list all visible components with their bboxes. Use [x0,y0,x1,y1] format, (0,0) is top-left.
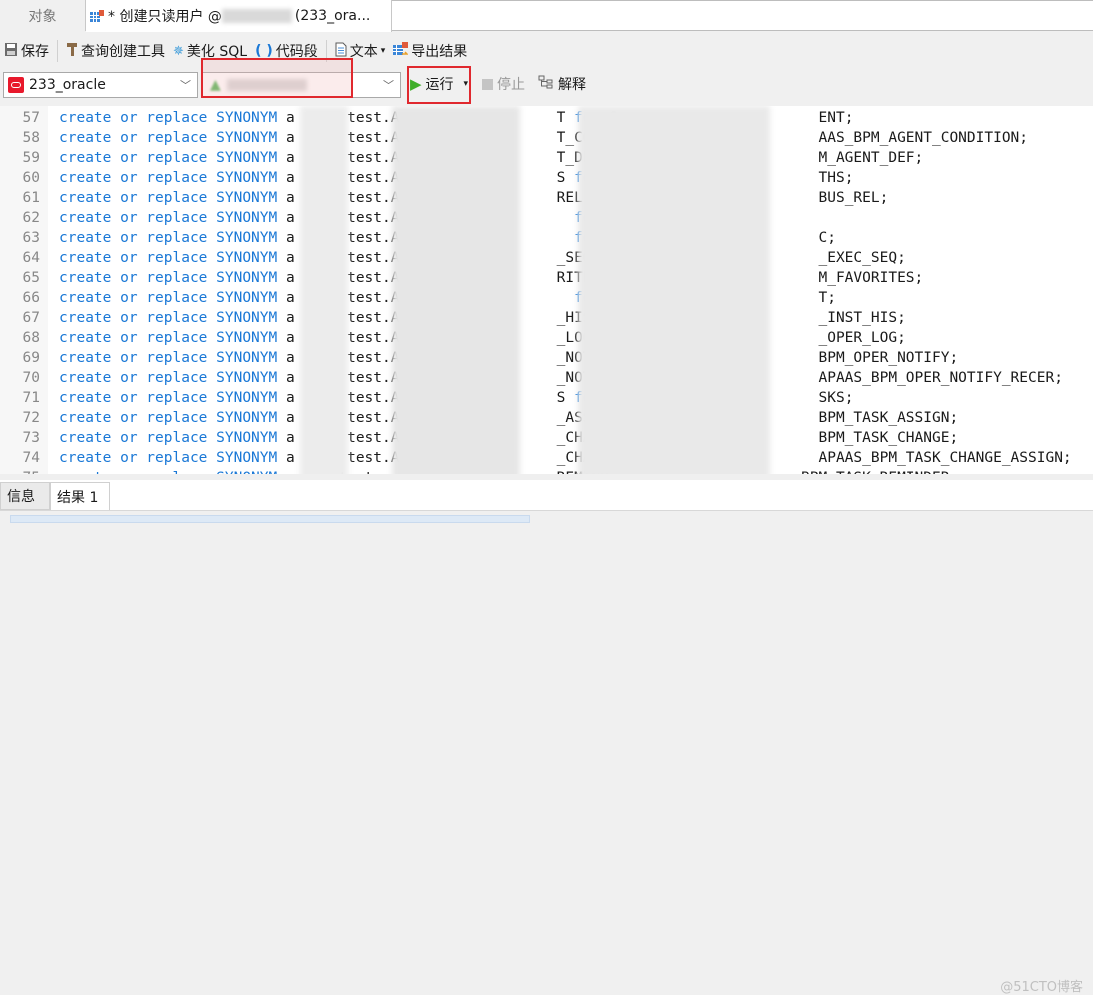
save-icon [4,42,18,61]
tab-query-editor[interactable]: * 创建只读用户 @ (233_ora... [86,0,392,32]
save-label: 保存 [21,44,49,60]
tab-query-suffix: (233_ora... [294,8,371,24]
redacted-region [578,106,770,480]
chevron-down-icon: ﹀ [383,79,394,92]
connection-select[interactable]: 233_oracle ﹀ [3,72,198,98]
sql-keywords: create or replace SYNONYM [59,190,278,206]
oracle-icon [8,77,24,93]
redacted-host [221,9,292,23]
sql-keywords: create or replace SYNONYM [59,350,278,366]
run-button[interactable]: ▶ 运行 ▾ [410,74,468,94]
sql-keywords: create or replace SYNONYM [59,170,278,186]
result-grid-header [10,515,530,523]
tab-objects[interactable]: 对象 [0,0,86,31]
stop-button[interactable]: 停止 [482,74,525,94]
code-text: create or replace SYNONYM a test.A _NOTI… [59,368,1063,388]
tab-query-prefix: * 创建只读用户 @ [108,9,222,25]
redacted-region [392,106,520,480]
document-tab-bar: 对象 * 创建只读用户 @ (233_ora... [0,0,1093,32]
tab-result-1-label: 结果 1 [57,489,99,506]
schema-highlight-box [201,58,353,98]
explain-button[interactable]: 解释 [538,74,586,94]
query-builder-button[interactable]: 查询创建工具 [62,41,169,61]
sql-keywords: create or replace SYNONYM [59,390,278,406]
text-mode-label: 文本 [349,44,378,60]
line-number: 66 [22,290,40,306]
line-number: 61 [22,190,40,206]
line-number: 69 [22,350,40,366]
code-text: create or replace SYNONYM a test.A T_CON… [59,128,1028,148]
line-number: 65 [22,270,40,286]
result-tab-bar: 信息 结果 1 @51CTO博客 [0,480,1093,995]
sql-keywords: create or replace SYNONYM [59,430,278,446]
stop-label: 停止 [497,77,525,93]
tab-info-label: 信息 [7,489,35,505]
sql-keywords: create or replace SYNONYM [59,410,278,426]
sql-keywords: create or replace SYNONYM [59,330,278,346]
sql-keywords: create or replace SYNONYM [59,130,278,146]
line-number: 74 [22,450,40,466]
sql-keywords: create or replace SYNONYM [59,210,278,226]
sql-keywords: create or replace SYNONYM [59,150,278,166]
sql-keywords: create or replace SYNONYM [59,450,278,466]
explain-label: 解释 [558,77,586,93]
line-number: 60 [22,170,40,186]
dropdown-arrow-icon: ▾ [380,46,386,56]
table-icon [90,9,104,23]
sql-keywords: create or replace SYNONYM [59,250,278,266]
sql-keywords: create or replace SYNONYM [59,370,278,386]
line-number: 57 [22,110,40,126]
sql-keywords: create or replace SYNONYM [59,290,278,306]
export-table-icon [393,41,410,61]
sql-keywords: create or replace SYNONYM [59,230,278,246]
tab-info[interactable]: 信息 [0,482,50,510]
line-number: 71 [22,390,40,406]
line-number: 68 [22,330,40,346]
redacted-region [300,106,348,480]
save-button[interactable]: 保存 [0,41,53,61]
line-number: 62 [22,210,40,226]
chevron-down-icon: ﹀ [180,79,191,92]
line-number: 64 [22,250,40,266]
parentheses-icon: ( ) [255,43,273,59]
play-icon: ▶ [410,75,422,93]
connection-toolbar: 233_oracle ﹀ ▲ ﹀ ▶ 运行 ▾ 停止 解释 [0,58,1093,104]
line-number: 70 [22,370,40,386]
sql-keywords: create or replace SYNONYM [59,310,278,326]
line-number: 58 [22,130,40,146]
run-label: 运行 [425,77,454,93]
dropdown-arrow-icon[interactable]: ▾ [464,79,469,89]
query-builder-label: 查询创建工具 [81,44,165,60]
line-number: 63 [22,230,40,246]
tab-bar-empty-area [392,0,1093,31]
sql-keywords: create or replace SYNONYM [59,110,278,126]
hammer-icon [66,42,78,61]
editor-toolbar: 保存 查询创建工具 ✵ 美化 SQL ( ) 代码段 文本 ▾ 导出结果 [0,36,1093,66]
watermark: @51CTO博客 [1000,980,1083,995]
tab-objects-label: 对象 [28,8,57,25]
toolbar-separator [57,40,58,62]
line-number: 67 [22,310,40,326]
export-result-button[interactable]: 导出结果 [389,41,471,61]
line-number: 73 [22,430,40,446]
sql-editor[interactable]: 57create or replace SYNONYM a test.A T f… [0,106,1093,480]
magic-wand-icon: ✵ [173,43,184,59]
export-result-label: 导出结果 [411,44,468,60]
line-number: 72 [22,410,40,426]
line-number: 59 [22,150,40,166]
tab-result-1[interactable]: 结果 1 [50,482,110,510]
stop-icon [482,78,493,90]
connection-select-value: 233_oracle [29,77,106,93]
code-text: create or replace SYNONYM a test.A _CHAN… [59,448,1072,468]
explain-plan-icon [538,75,554,93]
sql-keywords: create or replace SYNONYM [59,270,278,286]
